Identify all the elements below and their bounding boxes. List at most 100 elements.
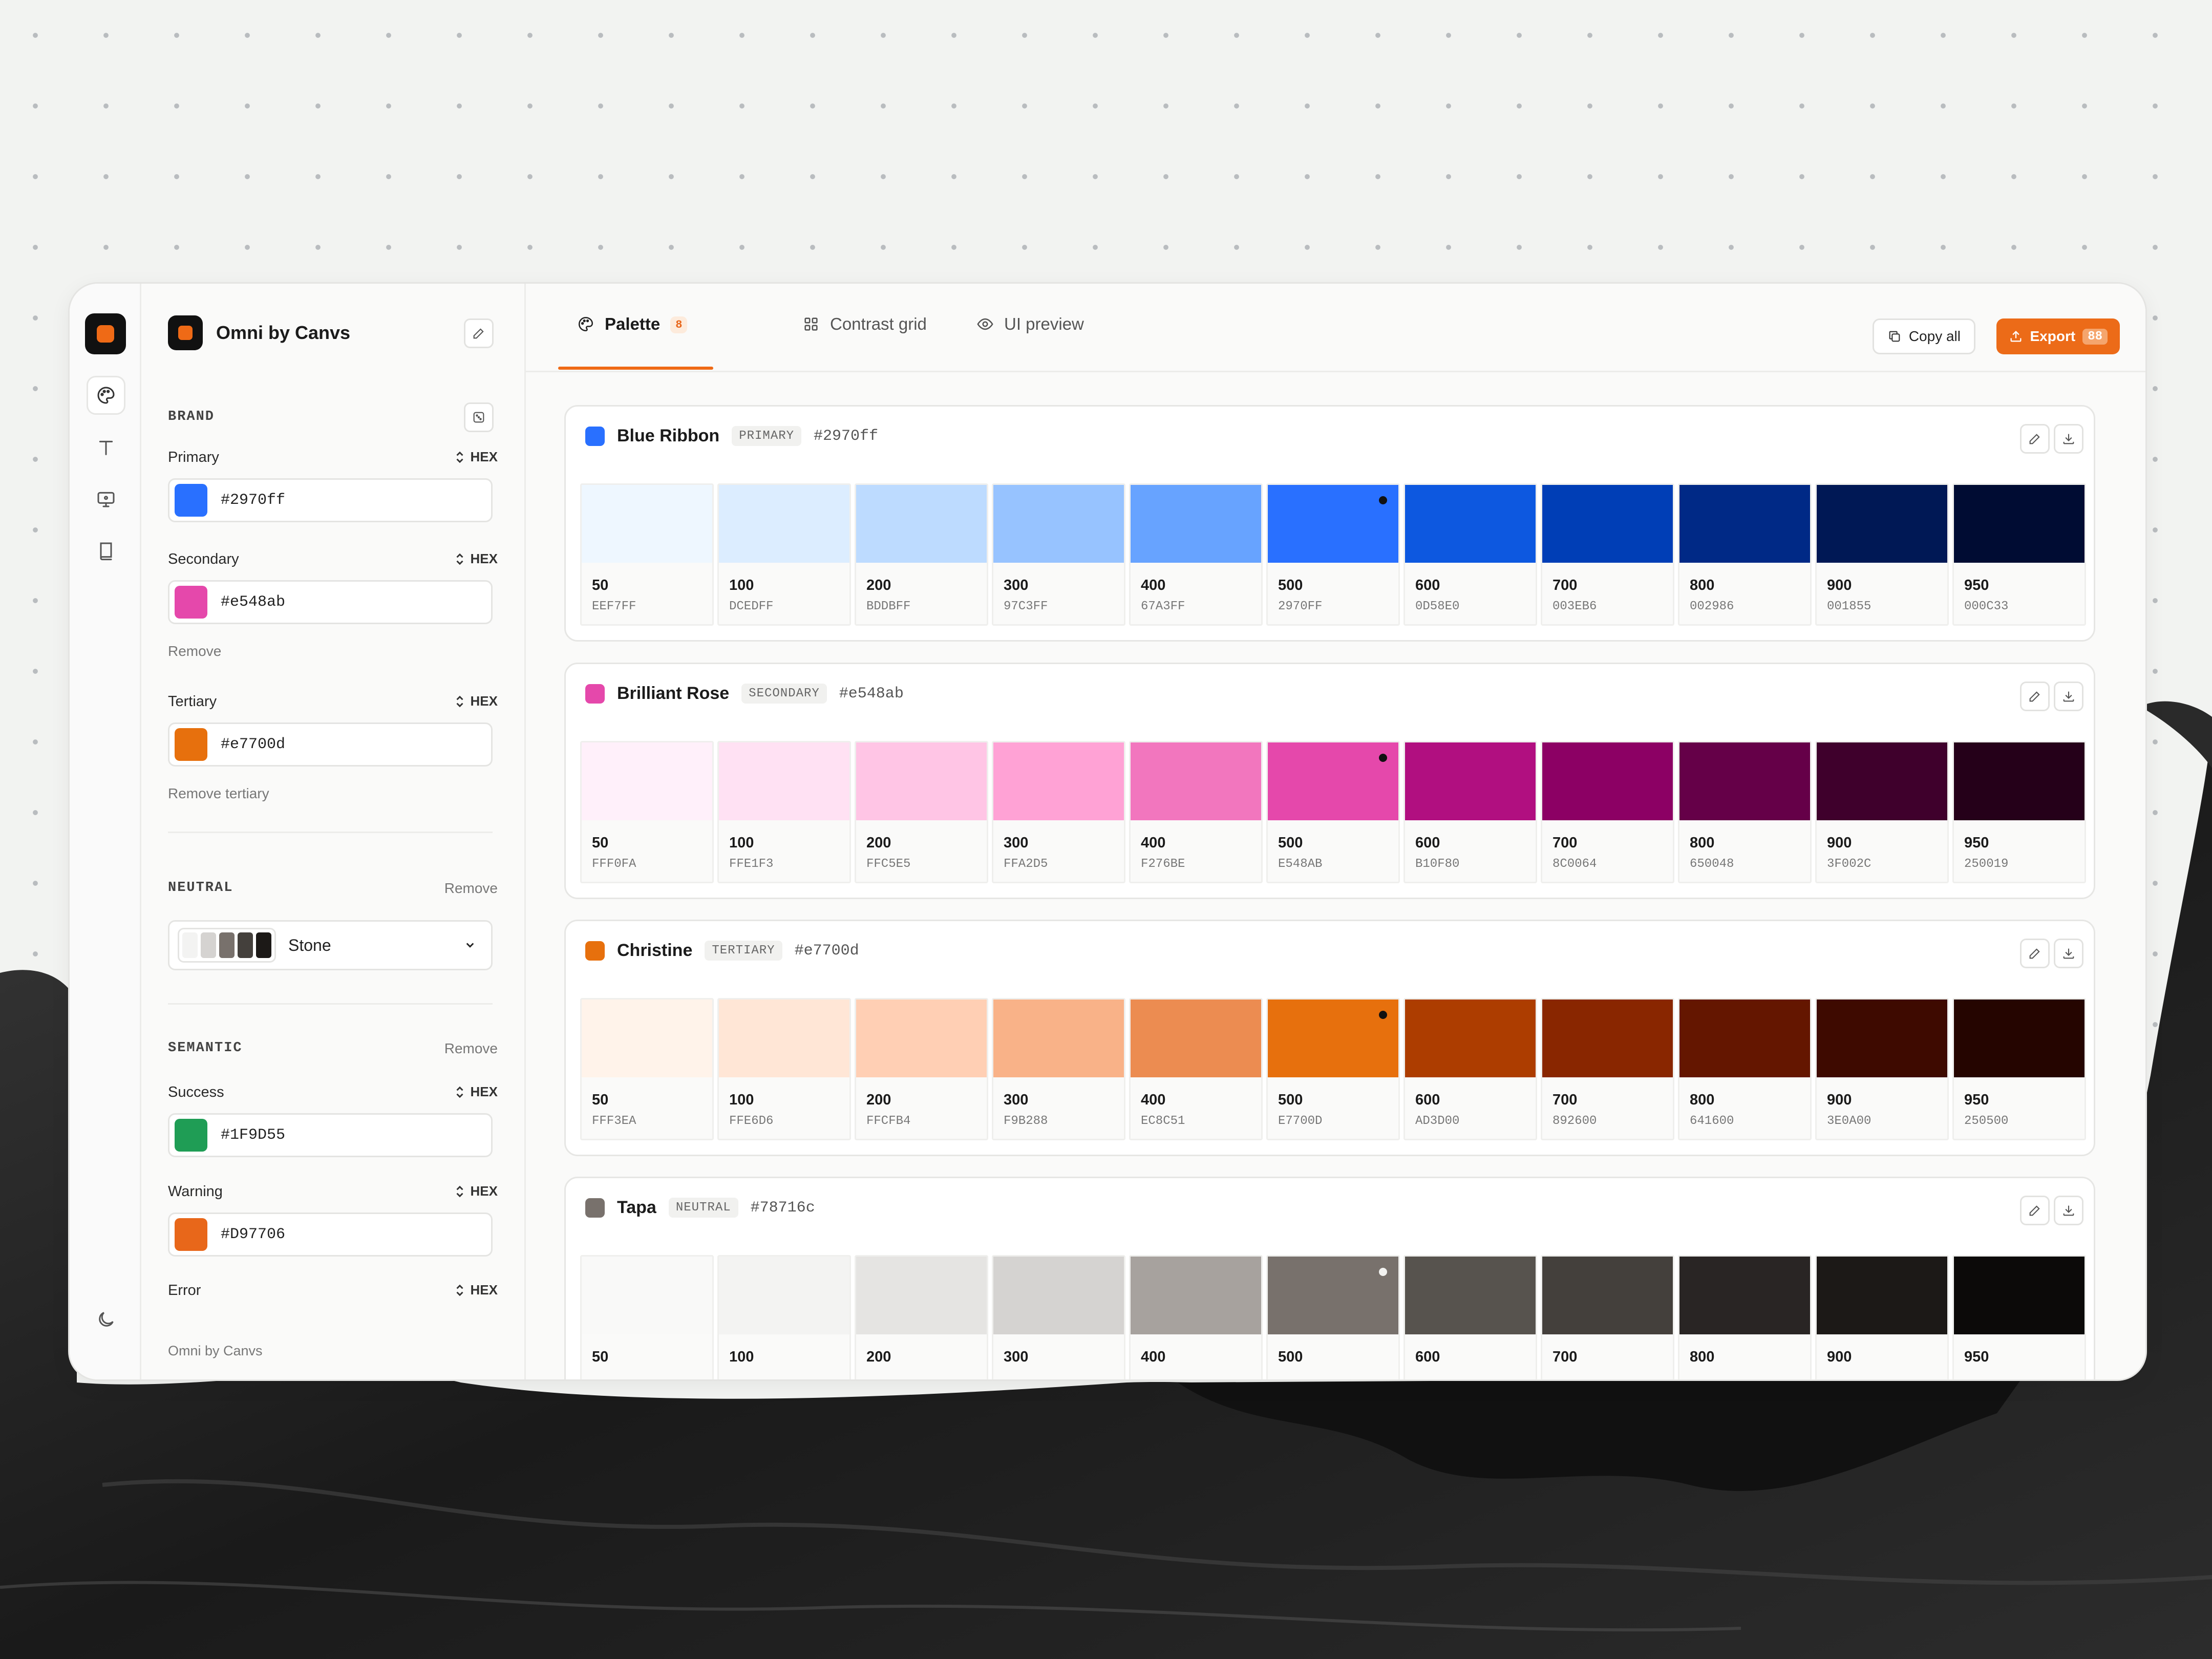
- copy-all-button[interactable]: Copy all: [1872, 318, 1975, 354]
- shade-swatch[interactable]: 200 BDDBFF: [855, 483, 988, 626]
- preview-nav-button[interactable]: [87, 479, 125, 518]
- shade-swatch[interactable]: 300 F9B288: [992, 998, 1125, 1140]
- neutral-strip-swatch: [238, 932, 253, 958]
- success-mode-toggle[interactable]: HEX: [454, 1084, 498, 1100]
- shade-swatch[interactable]: 400 F276BE: [1129, 741, 1263, 883]
- shade-swatch[interactable]: 600 B10F80: [1403, 741, 1537, 883]
- primary-mode-toggle[interactable]: HEX: [454, 449, 498, 465]
- secondary-mode-toggle[interactable]: HEX: [454, 551, 498, 567]
- edit-palette-button[interactable]: [2020, 424, 2050, 454]
- tertiary-color-input[interactable]: #e7700d: [168, 722, 493, 767]
- shade-swatch[interactable]: 950: [1952, 1255, 2086, 1379]
- download-palette-button[interactable]: [2054, 682, 2083, 711]
- secondary-label: Secondary: [168, 551, 239, 567]
- secondary-color-input[interactable]: #e548ab: [168, 580, 493, 624]
- shade-swatch[interactable]: 300 97C3FF: [992, 483, 1125, 626]
- shade-swatch[interactable]: 600 AD3D00: [1403, 998, 1537, 1140]
- palette-nav-button[interactable]: [87, 376, 125, 415]
- shade-swatch[interactable]: 200: [855, 1255, 988, 1379]
- shade-swatch[interactable]: 300: [992, 1255, 1125, 1379]
- pencil-icon: [2029, 1205, 2040, 1216]
- success-color-input[interactable]: #1F9D55: [168, 1113, 493, 1157]
- tertiary-mode-toggle[interactable]: HEX: [454, 693, 498, 709]
- shade-swatch[interactable]: 600: [1403, 1255, 1537, 1379]
- tab-palette[interactable]: Palette 8: [577, 314, 688, 371]
- shade-swatch[interactable]: 900 3E0A00: [1815, 998, 1949, 1140]
- warning-color-input[interactable]: #D97706: [168, 1213, 493, 1257]
- palette-icon: [97, 387, 115, 404]
- remove-semantic-link[interactable]: Remove: [444, 1040, 498, 1057]
- shade-swatch[interactable]: 50 EEF7FF: [580, 483, 714, 626]
- shade-swatch[interactable]: 700 892600: [1541, 998, 1674, 1140]
- shade-swatch[interactable]: 900 001855: [1815, 483, 1949, 626]
- secondary-swatch[interactable]: [175, 586, 207, 619]
- edit-palette-button[interactable]: [2020, 682, 2050, 711]
- shade-swatch[interactable]: 400 EC8C51: [1129, 998, 1263, 1140]
- shade-swatch[interactable]: 50 FFF0FA: [580, 741, 714, 883]
- download-icon: [2063, 1205, 2074, 1216]
- shade-step: 500: [1278, 1092, 1303, 1108]
- remove-secondary-link[interactable]: Remove: [168, 643, 221, 660]
- edit-project-button[interactable]: [464, 318, 494, 348]
- shade-swatch[interactable]: 50: [580, 1255, 714, 1379]
- download-palette-button[interactable]: [2054, 1196, 2083, 1225]
- warning-swatch[interactable]: [175, 1218, 207, 1251]
- neutral-select[interactable]: Stone: [168, 920, 493, 970]
- shade-swatch[interactable]: 50 FFF3EA: [580, 998, 714, 1140]
- shade-swatch[interactable]: 800 641600: [1678, 998, 1812, 1140]
- shade-swatch[interactable]: 950 000C33: [1952, 483, 2086, 626]
- dark-mode-toggle[interactable]: [87, 1300, 125, 1339]
- docs-nav-button[interactable]: [87, 531, 125, 570]
- remove-tertiary-link[interactable]: Remove tertiary: [168, 785, 269, 802]
- shade-swatch[interactable]: 200 FFC5E5: [855, 741, 988, 883]
- app-logo[interactable]: [85, 313, 126, 354]
- primary-color-input[interactable]: #2970ff: [168, 478, 493, 522]
- success-swatch[interactable]: [175, 1119, 207, 1152]
- palette-hex: #78716c: [750, 1199, 815, 1217]
- shade-swatch[interactable]: 200 FFCFB4: [855, 998, 988, 1140]
- export-button[interactable]: Export 88: [1996, 318, 2120, 354]
- tab-ui-preview[interactable]: UI preview: [976, 314, 1084, 371]
- tab-contrast-grid[interactable]: Contrast grid: [802, 314, 927, 371]
- shade-swatch[interactable]: 900: [1815, 1255, 1949, 1379]
- shade-swatch[interactable]: 500 E7700D: [1266, 998, 1400, 1140]
- tertiary-swatch[interactable]: [175, 728, 207, 761]
- shade-swatch[interactable]: 500 E548AB: [1266, 741, 1400, 883]
- edit-palette-button[interactable]: [2020, 1196, 2050, 1225]
- shade-swatch[interactable]: 950 250500: [1952, 998, 2086, 1140]
- warning-mode-toggle[interactable]: HEX: [454, 1183, 498, 1199]
- main-content: Palette 8 Contrast grid UI preview Copy …: [526, 284, 2145, 1379]
- shade-swatch[interactable]: 800 650048: [1678, 741, 1812, 883]
- shade-swatch[interactable]: 700 003EB6: [1541, 483, 1674, 626]
- chevron-updown-icon: [456, 695, 463, 707]
- remove-neutral-link[interactable]: Remove: [444, 880, 498, 897]
- shade-code: 2970FF: [1278, 600, 1323, 613]
- shade-swatch[interactable]: 100 FFE6D6: [717, 998, 851, 1140]
- shade-swatch[interactable]: 900 3F002C: [1815, 741, 1949, 883]
- error-mode-toggle[interactable]: HEX: [454, 1282, 498, 1298]
- randomize-button[interactable]: [464, 402, 494, 432]
- shade-swatch[interactable]: 600 0D58E0: [1403, 483, 1537, 626]
- download-palette-button[interactable]: [2054, 424, 2083, 454]
- shade-swatch[interactable]: 400 67A3FF: [1129, 483, 1263, 626]
- shade-swatch[interactable]: 500: [1266, 1255, 1400, 1379]
- shade-swatch[interactable]: 500 2970FF: [1266, 483, 1400, 626]
- shade-fill: [1542, 485, 1673, 563]
- shade-swatch[interactable]: 800: [1678, 1255, 1812, 1379]
- shade-step: 700: [1552, 577, 1578, 593]
- shade-swatch[interactable]: 400: [1129, 1255, 1263, 1379]
- shade-swatch[interactable]: 800 002986: [1678, 483, 1812, 626]
- shade-swatch[interactable]: 700: [1541, 1255, 1674, 1379]
- shade-step: 800: [1690, 1092, 1715, 1108]
- edit-palette-button[interactable]: [2020, 939, 2050, 968]
- typography-nav-button[interactable]: [87, 428, 125, 467]
- shade-swatch[interactable]: 100: [717, 1255, 851, 1379]
- shade-swatch[interactable]: 950 250019: [1952, 741, 2086, 883]
- shade-swatch[interactable]: 100 DCEDFF: [717, 483, 851, 626]
- shade-step: 900: [1827, 1349, 1852, 1365]
- shade-swatch[interactable]: 700 8C0064: [1541, 741, 1674, 883]
- shade-swatch[interactable]: 300 FFA2D5: [992, 741, 1125, 883]
- download-palette-button[interactable]: [2054, 939, 2083, 968]
- shade-swatch[interactable]: 100 FFE1F3: [717, 741, 851, 883]
- primary-swatch[interactable]: [175, 484, 207, 517]
